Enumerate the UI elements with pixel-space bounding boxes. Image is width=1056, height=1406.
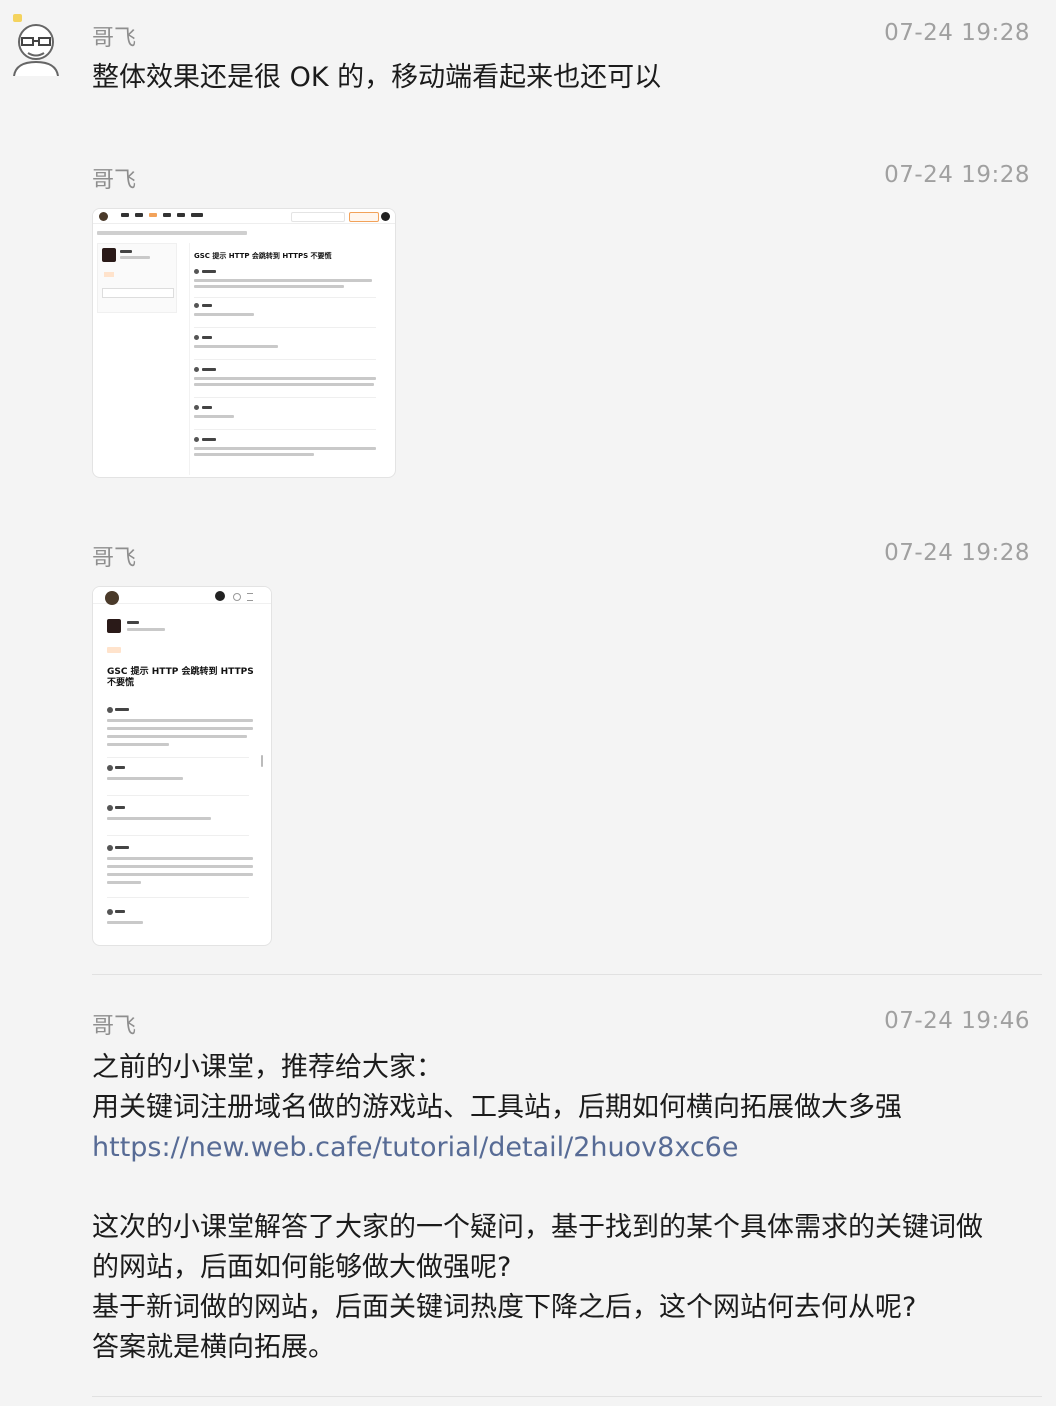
sender-name: 哥飞 (92, 168, 137, 193)
post-title: GSC 提示 HTTP 会跳转到 HTTPS 不要慌 (194, 252, 332, 260)
avatar-glasses-man-icon (13, 14, 59, 77)
sender-name: 哥飞 (92, 1014, 137, 1039)
desktop-screenshot-image[interactable]: GSC 提示 HTTP 会跳转到 HTTPS 不要慌 (92, 208, 396, 478)
message-time: 07-24 19:46 (884, 1008, 1030, 1034)
post-title: GSC 提示 HTTP 会跳转到 HTTPS 不要慌 (107, 667, 254, 688)
message-text-line[interactable]: 基于新词做的网站，后面关键词热度下降之后，这个网站何去何从呢? (92, 1288, 916, 1328)
sender-name: 哥飞 (92, 546, 137, 571)
message-divider (92, 1396, 1042, 1397)
message-text-line[interactable]: 这次的小课堂解答了大家的一个疑问，基于找到的某个具体需求的关键词做 (92, 1208, 983, 1248)
message-divider (92, 974, 1042, 975)
mobile-screenshot-image[interactable]: GSC 提示 HTTP 会跳转到 HTTPS 不要慌 (92, 586, 272, 946)
message-text-line[interactable]: 答案就是横向拓展。 (92, 1328, 335, 1368)
message-text-line[interactable]: 用关键词注册域名做的游戏站、工具站，后期如何横向拓展做大多强 (92, 1088, 902, 1128)
avatar[interactable] (4, 12, 68, 77)
message-time: 07-24 19:28 (884, 20, 1030, 46)
sender-name: 哥飞 (92, 26, 137, 51)
message-text[interactable]: 整体效果还是很 OK 的，移动端看起来也还可以 (92, 58, 661, 98)
message-text-line[interactable]: 之前的小课堂，推荐给大家： (92, 1048, 443, 1088)
site-logo-icon (105, 591, 119, 605)
site-logo-icon (99, 212, 108, 221)
message-text-line[interactable]: 的网站，后面如何能够做大做强呢? (92, 1248, 511, 1288)
tutorial-link[interactable]: https://new.web.cafe/tutorial/detail/2hu… (92, 1128, 738, 1168)
message-time: 07-24 19:28 (884, 540, 1030, 566)
message-time: 07-24 19:28 (884, 162, 1030, 188)
